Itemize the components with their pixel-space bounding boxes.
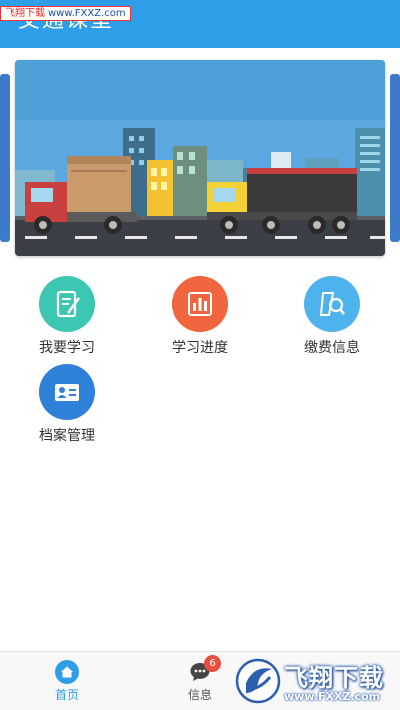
- home-icon: [55, 660, 79, 684]
- search-document-icon: [304, 276, 360, 332]
- grid-item-archive[interactable]: 档案管理: [7, 364, 127, 446]
- carousel-next-card[interactable]: [390, 74, 400, 242]
- chat-icon: 6: [188, 655, 221, 684]
- truck-city-illustration: [15, 60, 385, 256]
- watermark-badge-url: www.FXXZ.com: [48, 8, 126, 19]
- unread-badge: 6: [204, 655, 221, 672]
- grid-item-progress[interactable]: 学习进度: [140, 276, 260, 358]
- banner-image[interactable]: [15, 60, 385, 256]
- grid-item-label: 我要学习: [39, 340, 95, 356]
- grid-item-label: 档案管理: [39, 428, 95, 444]
- carousel-prev-card[interactable]: [0, 74, 10, 242]
- id-card-icon: [39, 364, 95, 420]
- grid-item-label: 学习进度: [172, 340, 228, 356]
- banner-carousel[interactable]: [0, 60, 400, 256]
- bar-chart-icon: [172, 276, 228, 332]
- grid-item-label: 缴费信息: [304, 340, 360, 356]
- nav-item-home[interactable]: 首页: [17, 652, 117, 710]
- app-screen: 交通课堂 飞翔下载www.FXXZ.com: [0, 0, 400, 710]
- watermark-logo-text: 飞翔下载: [284, 664, 384, 692]
- grid-item-study[interactable]: 我要学习: [7, 276, 127, 358]
- nav-label-home: 首页: [54, 688, 79, 702]
- app-header: 交通课堂 飞翔下载www.FXXZ.com: [0, 0, 400, 48]
- grid-item-payment[interactable]: 缴费信息: [272, 276, 392, 358]
- notebook-icon: [39, 276, 95, 332]
- watermark-badge: 飞翔下载 www.FXXZ.com: [0, 6, 131, 21]
- watermark-badge-label: 飞翔下载: [5, 8, 45, 19]
- logo-icon: [235, 658, 281, 704]
- watermark-logo-url: www.FXXZ.com: [284, 690, 381, 703]
- watermark-logo: 飞翔下载 www.FXXZ.com: [232, 652, 400, 710]
